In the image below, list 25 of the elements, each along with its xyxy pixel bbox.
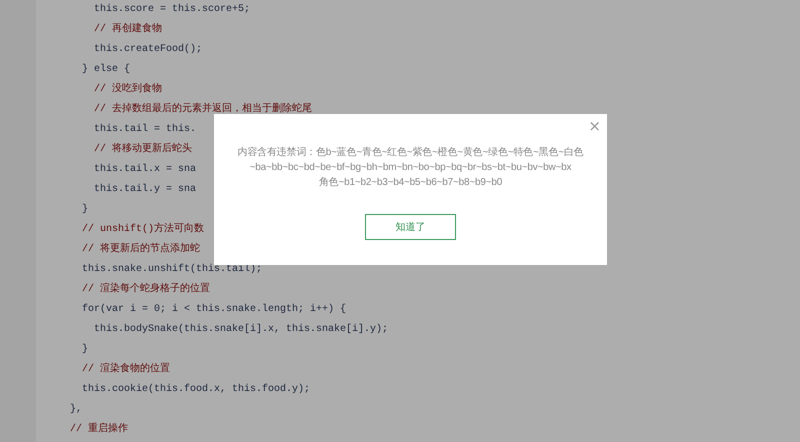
code-line: }, — [69, 402, 82, 417]
code-line: this.cookie(this.food.x, this.food.y); — [81, 382, 310, 397]
close-button[interactable]: × — [586, 117, 603, 135]
code-comment: // 将更新后的节点添加蛇 — [81, 242, 200, 257]
code-comment: // 重启操作 — [69, 422, 128, 437]
code-line: } else { — [81, 62, 130, 77]
code-line: this.bodySnake(this.snake[i].x, this.snake[i].y); — [93, 322, 388, 337]
code-comment: // 再创建食物 — [93, 22, 162, 37]
code-line: this.score = this.score+5; — [93, 2, 250, 17]
code-line: this.snake.unshift(this.tail); — [81, 262, 262, 277]
confirm-button[interactable]: 知道了 — [365, 214, 456, 240]
code-comment: // 去掉数组最后的元素并返回，相当于删除蛇尾 — [93, 102, 312, 117]
code-line: } — [81, 342, 88, 357]
code-line: this.tail.x = sna — [93, 162, 196, 177]
code-line: this.tail = this. — [93, 122, 196, 137]
code-comment: // 渲染每个蛇身格子的位置 — [81, 282, 210, 297]
code-line: this.tail.y = sna — [93, 182, 196, 197]
code-comment: // 没吃到食物 — [93, 82, 162, 97]
code-line: } — [81, 202, 88, 217]
code-comment: // 渲染食物的位置 — [81, 362, 170, 377]
code-line: for(var i = 0; i < this.snake.length; i++) { — [81, 302, 346, 317]
code-line: this.createFood(); — [93, 42, 202, 57]
code-comment: // unshift()方法可向数 — [81, 222, 204, 237]
warning-message: ~ba~bb~bc~bd~be~bf~bg~bh~bm~bn~bo~bp~bq~br~bs~bt~bu~bv~bw~bx — [250, 160, 572, 175]
code-comment: // 将移动更新后蛇头 — [93, 142, 192, 157]
